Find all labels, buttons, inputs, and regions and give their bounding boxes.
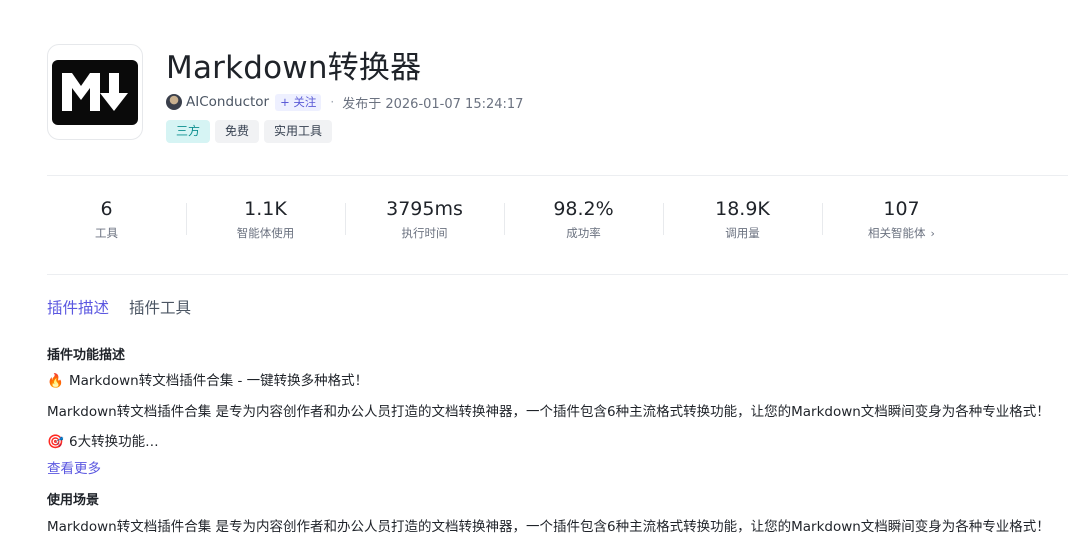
follow-button[interactable]: + 关注 [275, 93, 322, 111]
markdown-logo-icon [52, 59, 138, 125]
stat-tools: 6 工具 [27, 195, 186, 241]
stat-agent-usage: 1.1K 智能体使用 [186, 195, 345, 241]
tag-utility: 实用工具 [264, 120, 333, 143]
stat-label: 成功率 [566, 226, 601, 240]
stat-label: 智能体使用 [236, 226, 295, 240]
stat-value: 18.9K [715, 198, 770, 220]
stat-label: 执行时间 [401, 226, 448, 240]
plugin-meta: AIConductor + 关注 · 发布于 2026-01-07 15:24:… [166, 92, 523, 112]
stat-label: 调用量 [725, 226, 760, 240]
markdown-mark-icon [62, 73, 128, 111]
see-more-link[interactable]: 查看更多 [47, 457, 101, 477]
tab-plugin-tools[interactable]: 插件工具 [129, 296, 191, 318]
stat-call-count: 18.9K 调用量 [663, 195, 822, 241]
description-text: Markdown转文档插件合集 是专为内容创作者和办公人员打造的文档转换神器，一… [47, 404, 1050, 420]
related-agents-link[interactable]: 相关智能体 › [822, 225, 981, 241]
stats-bar: 6 工具 1.1K 智能体使用 3795ms 执行时间 98.2% 成功率 18… [27, 195, 981, 241]
author-avatar[interactable] [166, 94, 182, 110]
tab-plugin-description[interactable]: 插件描述 [47, 296, 109, 318]
tag-free: 免费 [215, 120, 260, 143]
stat-label: 工具 [95, 226, 118, 240]
chevron-right-icon: › [930, 227, 935, 240]
header-divider [47, 175, 1068, 176]
description-line: 🔥 Markdown转文档插件合集 - 一键转换多种格式！ [47, 369, 368, 389]
usage-text: Markdown转文档插件合集 是专为内容创作者和办公人员打造的文档转换神器，一… [47, 519, 1050, 535]
description-text: Markdown转文档插件合集 - 一键转换多种格式！ [69, 373, 369, 389]
description-heading: 插件功能描述 [47, 348, 126, 363]
stat-success-rate: 98.2% 成功率 [504, 195, 663, 241]
plugin-title: Markdown转换器 [166, 50, 422, 86]
usage-heading: 使用场景 [47, 493, 100, 508]
plugin-logo [47, 44, 143, 140]
stat-label: 相关智能体 [868, 226, 926, 240]
stats-divider [47, 274, 1068, 275]
meta-separator: · [330, 95, 335, 109]
stat-exec-time: 3795ms 执行时间 [345, 195, 504, 241]
tag-list: 三方 免费 实用工具 [166, 120, 333, 143]
publish-time: 发布于 2026-01-07 15:24:17 [342, 96, 524, 112]
stat-value: 3795ms [386, 198, 463, 220]
description-text: 6大转换功能… [69, 434, 159, 450]
stat-value: 6 [100, 198, 113, 220]
description-line: 🎯 6大转换功能… [47, 430, 159, 450]
detail-tabs: 插件描述 插件工具 [47, 296, 191, 318]
fire-icon: 🔥 [47, 373, 64, 389]
target-icon: 🎯 [47, 434, 64, 450]
stat-value: 1.1K [244, 198, 287, 220]
author-name[interactable]: AIConductor [186, 94, 269, 110]
stat-value: 107 [883, 198, 920, 220]
stat-value: 98.2% [553, 198, 614, 220]
stat-related-agents[interactable]: 107 相关智能体 › [822, 195, 981, 241]
tag-third-party: 三方 [166, 120, 211, 143]
